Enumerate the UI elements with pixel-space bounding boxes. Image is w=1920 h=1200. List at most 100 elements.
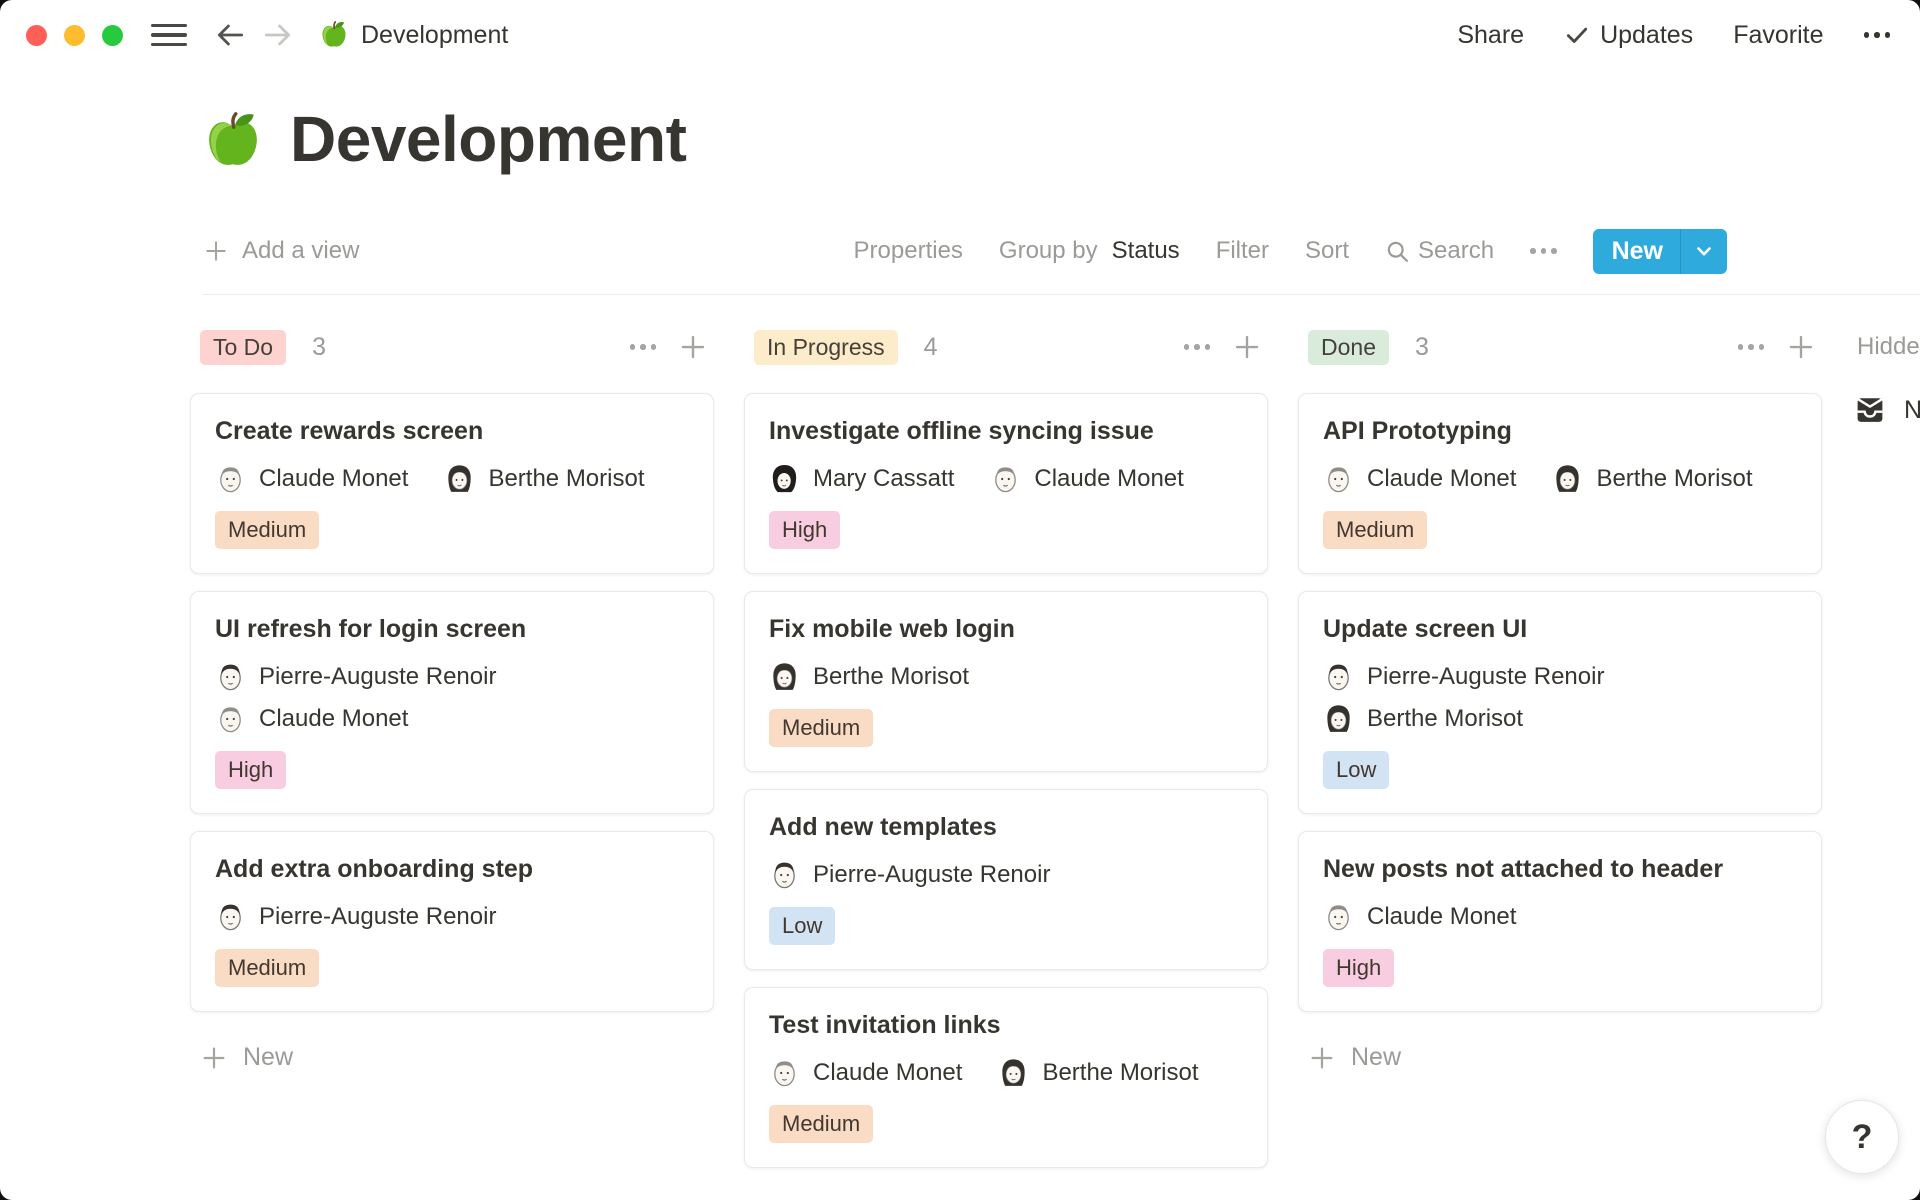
priority-badge: Medium (1323, 511, 1427, 549)
forward-arrow-icon[interactable] (261, 18, 295, 52)
avatar-pierre-auguste-renoir (1323, 661, 1354, 692)
favorite-button[interactable]: Favorite (1733, 21, 1823, 50)
card-count: 3 (1415, 333, 1429, 362)
assignee: Mary Cassatt (769, 463, 954, 494)
card-update-screen-ui[interactable]: Update screen UI Pierre-Auguste Renoir B… (1298, 591, 1822, 814)
assignee: Claude Monet (215, 703, 408, 734)
avatar-pierre-auguste-renoir (215, 661, 246, 692)
close-window-button[interactable] (26, 25, 47, 46)
menu-icon[interactable] (147, 20, 191, 51)
card-count: 3 (312, 333, 326, 362)
search-button[interactable]: Search (1385, 237, 1494, 265)
card-add-extra-onboarding-step[interactable]: Add extra onboarding step Pierre-Auguste… (190, 831, 714, 1012)
search-icon (1385, 239, 1410, 264)
page-title: Development (290, 100, 686, 178)
traffic-lights (26, 25, 123, 46)
app-window: Development Share Updates Favorite Devel… (0, 0, 1920, 1200)
avatar-mary-cassatt (769, 463, 800, 494)
column-to-do: To Do 3 Create rewards screen Claude Mon… (190, 329, 714, 1072)
status-pill-done[interactable]: Done (1308, 330, 1389, 365)
add-view-button[interactable]: Add a view (203, 237, 359, 265)
chevron-down-icon[interactable] (1680, 229, 1727, 274)
avatar-claude-monet (1323, 901, 1354, 932)
column-header: Done 3 (1298, 329, 1822, 365)
assignee: Berthe Morisot (1552, 463, 1752, 494)
share-button[interactable]: Share (1457, 21, 1524, 50)
avatar-claude-monet (1323, 463, 1354, 494)
assignee: Claude Monet (769, 1057, 962, 1088)
plus-icon (200, 1044, 228, 1072)
more-options-icon[interactable] (1864, 32, 1891, 38)
avatar-claude-monet (769, 1057, 800, 1088)
view-toolbar: Add a view Properties Group byStatus Fil… (203, 228, 1920, 295)
question-mark-icon: ? (1852, 1118, 1873, 1157)
priority-badge: Medium (215, 511, 319, 549)
assignee: Pierre-Auguste Renoir (215, 901, 496, 932)
assignee: Pierre-Auguste Renoir (1323, 661, 1604, 692)
card-ui-refresh-for-login-screen[interactable]: UI refresh for login screen Pierre-Augus… (190, 591, 714, 814)
card-create-rewards-screen[interactable]: Create rewards screen Claude Monet Berth… (190, 393, 714, 574)
add-card-button[interactable]: New (1308, 1043, 1822, 1072)
kanban-board: To Do 3 Create rewards screen Claude Mon… (190, 329, 1920, 1200)
properties-button[interactable]: Properties (854, 237, 963, 265)
minimize-window-button[interactable] (64, 25, 85, 46)
card-new-posts-not-attached-to-header[interactable]: New posts not attached to header Claude … (1298, 831, 1822, 1012)
priority-badge: Low (1323, 751, 1389, 789)
breadcrumb-title: Development (361, 21, 508, 50)
green-apple-icon (319, 20, 349, 50)
avatar-berthe-morisot (1323, 703, 1354, 734)
avatar-pierre-auguste-renoir (769, 859, 800, 890)
group-by-button[interactable]: Group byStatus (999, 237, 1180, 265)
column-add-icon[interactable] (1786, 332, 1816, 362)
hidden-columns-label: Hidden columns (1852, 329, 1920, 365)
status-pill-in-progress[interactable]: In Progress (754, 330, 898, 365)
column-more-icon[interactable] (630, 344, 657, 350)
card-add-new-templates[interactable]: Add new templates Pierre-Auguste Renoir … (744, 789, 1268, 970)
zoom-window-button[interactable] (102, 25, 123, 46)
priority-badge: High (1323, 949, 1394, 987)
assignee: Berthe Morisot (769, 661, 969, 692)
new-button[interactable]: New (1593, 229, 1727, 274)
column-add-icon[interactable] (1232, 332, 1262, 362)
titlebar: Development Share Updates Favorite (0, 0, 1920, 70)
card-investigate-offline-syncing-issue[interactable]: Investigate offline syncing issue Mary C… (744, 393, 1268, 574)
priority-badge: Medium (215, 949, 319, 987)
breadcrumb: Development (319, 20, 508, 50)
column-header: To Do 3 (190, 329, 714, 365)
updates-button[interactable]: Updates (1564, 21, 1693, 50)
avatar-claude-monet (215, 703, 246, 734)
column-header: In Progress 4 (744, 329, 1268, 365)
sort-button[interactable]: Sort (1305, 237, 1349, 265)
priority-badge: High (769, 511, 840, 549)
card-fix-mobile-web-login[interactable]: Fix mobile web login Berthe Morisot Medi… (744, 591, 1268, 772)
toolbar-actions: Properties Group byStatus Filter Sort Se… (854, 229, 1727, 274)
column-add-icon[interactable] (678, 332, 708, 362)
priority-badge: Low (769, 907, 835, 945)
plus-icon (203, 238, 229, 264)
status-pill-to-do[interactable]: To Do (200, 330, 286, 365)
assignee: Claude Monet (1323, 463, 1516, 494)
avatar-berthe-morisot (998, 1057, 1029, 1088)
assignee: Claude Monet (990, 463, 1183, 494)
card-test-invitation-links[interactable]: Test invitation links Claude Monet Berth… (744, 987, 1268, 1168)
column-more-icon[interactable] (1184, 344, 1211, 350)
inbox-icon (1852, 392, 1888, 428)
hidden-group-no-status[interactable]: No Status (1852, 392, 1920, 428)
avatar-pierre-auguste-renoir (215, 901, 246, 932)
help-button[interactable]: ? (1825, 1100, 1899, 1174)
check-icon (1564, 22, 1590, 48)
toolbar-more-icon[interactable] (1530, 248, 1557, 254)
avatar-berthe-morisot (444, 463, 475, 494)
filter-button[interactable]: Filter (1216, 237, 1269, 265)
assignee: Berthe Morisot (444, 463, 644, 494)
assignee: Claude Monet (1323, 901, 1516, 932)
titlebar-actions: Share Updates Favorite (1457, 21, 1890, 50)
add-card-button[interactable]: New (200, 1043, 714, 1072)
green-apple-icon (202, 110, 264, 172)
assignee: Pierre-Auguste Renoir (215, 661, 496, 692)
priority-badge: Medium (769, 709, 873, 747)
card-api-prototyping[interactable]: API Prototyping Claude Monet Berthe Mori… (1298, 393, 1822, 574)
back-arrow-icon[interactable] (213, 18, 247, 52)
column-more-icon[interactable] (1738, 344, 1765, 350)
column-in-progress: In Progress 4 Investigate offline syncin… (744, 329, 1268, 1200)
